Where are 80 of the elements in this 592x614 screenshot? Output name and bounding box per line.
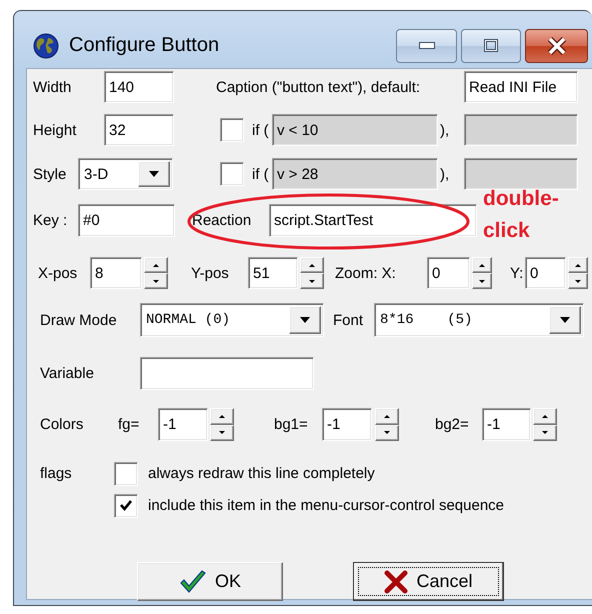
number-field[interactable]: 0 <box>525 257 566 289</box>
down-caret-icon <box>309 280 315 282</box>
number-field[interactable]: 0 <box>427 257 470 289</box>
up-caret-icon <box>384 414 390 418</box>
cross-icon <box>384 570 408 594</box>
spin-down-button[interactable] <box>472 273 492 289</box>
down-caret-icon <box>575 280 581 282</box>
cancel-button[interactable]: Cancel <box>353 562 504 601</box>
spin-down-button[interactable] <box>568 273 588 289</box>
paren-label: ), <box>440 166 450 182</box>
annotation-text: double-click <box>483 186 560 244</box>
up-caret-icon <box>219 414 225 418</box>
field-label: Zoom: X: <box>335 264 397 282</box>
option-label: include this item in the menu-cursor-control sequence <box>148 497 506 514</box>
field-label: bg2= <box>435 416 470 433</box>
dropdown-button[interactable] <box>138 161 170 187</box>
caret-icon <box>560 317 570 323</box>
checkbox[interactable] <box>114 462 138 486</box>
up-caret-icon <box>153 264 159 266</box>
field-label: Height <box>33 122 78 138</box>
down-caret-icon <box>479 280 485 282</box>
spin-up-button[interactable] <box>472 257 492 273</box>
minimize-icon <box>418 42 434 49</box>
field-label: Font <box>333 312 364 328</box>
maximize-button[interactable] <box>461 28 521 62</box>
up-caret-icon <box>479 264 485 266</box>
width-field[interactable]: 140 <box>104 71 174 103</box>
field-label: X-pos <box>38 264 78 282</box>
field-label: bg1= <box>274 416 309 433</box>
caption-label: Caption ("button text"), default: <box>216 78 422 96</box>
caption-field[interactable]: Read INI File <box>464 71 578 103</box>
number-field[interactable]: 8 <box>90 257 142 289</box>
check-icon <box>120 500 132 511</box>
option-label: always redraw this line completely <box>148 465 376 482</box>
field-label: Key : <box>33 212 68 229</box>
dropdown-button[interactable] <box>549 306 581 334</box>
up-caret-icon <box>575 264 581 266</box>
field-label: Width <box>33 78 72 96</box>
dropdown-button[interactable] <box>289 306 321 334</box>
caret-icon <box>149 171 159 177</box>
window-title: Configure Button <box>69 34 220 57</box>
minimize-button[interactable] <box>396 28 457 62</box>
height-field[interactable]: 32 <box>104 114 174 146</box>
if-label: if ( <box>252 122 270 138</box>
field-label: Draw Mode <box>40 312 118 328</box>
down-caret-icon <box>219 431 225 434</box>
maximize-icon <box>484 39 498 52</box>
up-caret-icon <box>309 264 315 266</box>
ok-button[interactable]: OK <box>137 562 283 601</box>
field-label: Style <box>33 166 68 182</box>
color-field[interactable]: -1 <box>482 408 531 441</box>
globe-icon <box>33 32 59 58</box>
close-button[interactable] <box>525 28 588 62</box>
key-field[interactable]: #0 <box>78 204 175 237</box>
field-label: Y-pos <box>191 264 230 282</box>
draw-mode-dropdown[interactable]: NORMAL (0) <box>140 303 324 337</box>
down-caret-icon <box>384 431 390 434</box>
paren-label: ), <box>440 122 450 138</box>
reaction-field[interactable]: script.StartTest <box>269 204 477 237</box>
field-label: Variable <box>40 365 95 382</box>
field-label: flags <box>40 465 73 482</box>
font-dropdown[interactable]: 8*16 (5) <box>374 303 584 337</box>
reaction-label: Reaction <box>192 212 252 229</box>
down-caret-icon <box>542 431 548 434</box>
field-label: Colors <box>40 416 84 433</box>
color-field[interactable]: -1 <box>158 408 208 441</box>
check-icon <box>178 570 207 594</box>
number-field[interactable]: 51 <box>248 257 298 289</box>
if-label: if ( <box>252 166 270 182</box>
close-icon <box>546 36 566 54</box>
spin-up-button[interactable] <box>568 257 588 273</box>
field-label: fg= <box>118 416 140 433</box>
checkbox[interactable] <box>114 494 138 518</box>
style-dropdown[interactable]: 3-D <box>78 158 173 190</box>
caret-icon <box>300 317 310 323</box>
up-caret-icon <box>542 414 548 418</box>
color-field[interactable]: -1 <box>322 408 372 441</box>
down-caret-icon <box>153 280 159 282</box>
variable-field[interactable] <box>140 357 314 390</box>
field-label: Y: <box>510 264 524 282</box>
